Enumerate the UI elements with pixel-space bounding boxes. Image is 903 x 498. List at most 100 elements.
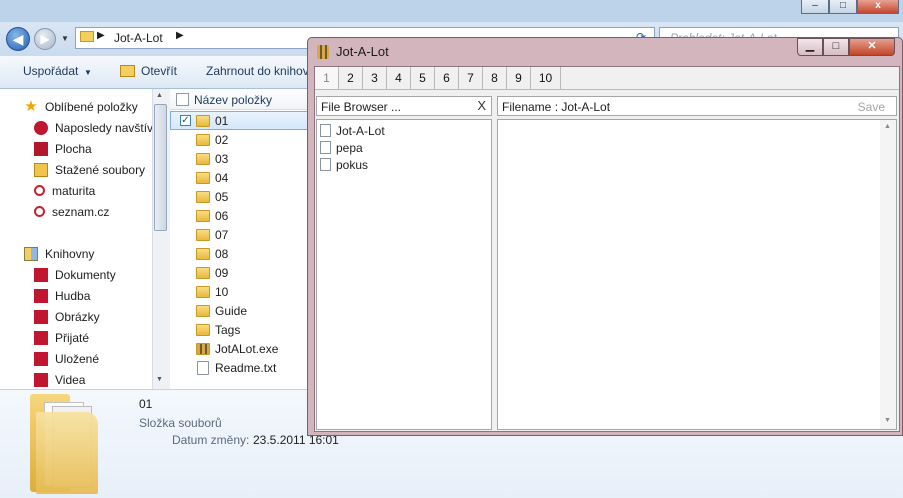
file-row[interactable]: 06 [170,206,310,225]
file-row[interactable]: JotALot.exe [170,339,310,358]
nav-item-label: Uložené [55,351,100,366]
file-name: 04 [215,170,229,185]
tab-6[interactable]: 6 [435,67,459,89]
nav-item-label: Obrázky [55,309,100,324]
file-row[interactable]: 08 [170,244,310,263]
text-file-icon [197,360,209,375]
tab-2[interactable]: 2 [339,67,363,89]
close-button[interactable]: ✕ [849,38,895,56]
maximize-button[interactable]: □ [823,38,849,56]
list-item[interactable]: pepa [320,139,363,156]
nav-item-seznam[interactable]: seznam.cz [0,201,109,222]
list-item[interactable]: Jot-A-Lot [320,122,385,139]
scroll-down-icon[interactable]: ▼ [156,376,163,383]
tab-9[interactable]: 9 [507,67,531,89]
breadcrumb-arrow-icon[interactable]: ▶ [97,30,105,41]
folder-icon [196,209,210,222]
column-header-label: Název položky [194,93,273,107]
maximize-button[interactable]: □ [829,0,857,14]
editor-scrollbar[interactable] [880,120,896,429]
folder-icon [196,114,210,127]
file-name: 07 [215,227,229,242]
tab-4[interactable]: 4 [387,67,411,89]
breadcrumb-current[interactable]: Jot-A-Lot [114,31,163,45]
jot-caption-buttons: ▁ □ ✕ [797,38,895,56]
file-row[interactable]: 03 [170,149,310,168]
tab-7[interactable]: 7 [459,67,483,89]
scroll-down-icon[interactable]: ▼ [884,417,891,424]
nav-libraries-label: Knihovny [45,246,95,261]
close-icon[interactable]: X [477,98,486,113]
received-icon [34,330,48,345]
search-icon [34,206,45,217]
breadcrumb-arrow-icon[interactable]: ▶ [176,30,184,41]
nav-item-label: maturita [52,183,96,198]
note-tabs: 1 2 3 4 5 6 7 8 9 10 [315,67,561,89]
note-editor[interactable] [497,119,897,430]
nav-item-saved[interactable]: Uložené [0,348,99,369]
nav-scrollbar-thumb[interactable] [154,104,167,231]
select-all-checkbox[interactable] [176,93,189,106]
include-in-library-button[interactable]: Zahrnout do knihov [206,64,309,78]
file-row[interactable]: Tags [170,320,310,339]
nav-item-downloads[interactable]: Stažené soubory [0,159,145,180]
file-row[interactable]: Guide [170,301,310,320]
recent-pages-dropdown[interactable]: ▼ [61,34,69,43]
nav-item-maturita[interactable]: maturita [0,180,95,201]
organize-button[interactable]: Uspořádat ▼ [23,64,92,78]
nav-item-pictures[interactable]: Obrázky [0,306,100,327]
row-checkbox[interactable]: ✓ [180,115,191,126]
list-item[interactable]: pokus [320,156,368,173]
nav-item-label: Naposledy navštív [55,120,154,135]
details-date-label: Datum změny: [172,433,250,447]
save-button[interactable]: Save [858,100,885,114]
folder-icon [196,152,210,165]
tab-1[interactable]: 1 [315,67,339,89]
nav-item-videos[interactable]: Videa [0,369,85,390]
file-row[interactable]: 05 [170,187,310,206]
app-icon [317,45,329,59]
nav-favorites[interactable]: ★ Oblíbené položky [0,96,137,117]
file-name: Guide [215,303,248,318]
document-icon [320,158,331,171]
file-row[interactable]: 02 [170,130,310,149]
close-button[interactable]: x [857,0,899,14]
nav-item-desktop[interactable]: Plocha [0,138,92,159]
file-name: JotALot.exe [215,341,279,356]
nav-item-received[interactable]: Přijaté [0,327,89,348]
nav-item-documents[interactable]: Dokumenty [0,264,116,285]
scroll-up-icon[interactable]: ▲ [884,123,891,130]
jot-window-title: Jot-A-Lot [336,44,389,59]
organize-label: Uspořádat [23,64,79,78]
minimize-button[interactable]: ▁ [797,38,823,56]
folder-icon [196,285,210,298]
back-button[interactable]: ◀ [6,27,30,51]
file-row[interactable]: 07 [170,225,310,244]
tab-10[interactable]: 10 [531,67,561,89]
scroll-up-icon[interactable]: ▲ [156,92,163,99]
file-name: Readme.txt [215,360,277,375]
videos-icon [34,372,48,387]
star-icon: ★ [24,97,38,115]
minimize-button[interactable]: – [801,0,829,14]
file-row[interactable]: Readme.txt [170,358,310,377]
details-name: 01 [139,397,153,411]
file-row[interactable]: ✓ 01 [170,111,310,130]
tab-8[interactable]: 8 [483,67,507,89]
column-header-name[interactable]: Název položky [170,89,310,110]
file-row[interactable]: 09 [170,263,310,282]
nav-item-music[interactable]: Hudba [0,285,90,306]
nav-libraries[interactable]: Knihovny [0,243,94,264]
file-browser-title: File Browser ... [321,100,402,114]
tab-3[interactable]: 3 [363,67,387,89]
file-row[interactable]: 04 [170,168,310,187]
nav-item-label: Přijaté [55,330,90,345]
nav-item-recent[interactable]: Naposledy navštív [0,117,153,138]
open-button[interactable]: Otevřít [141,64,177,78]
clock-icon [34,120,48,135]
forward-button[interactable]: ▶ [34,28,56,50]
nav-item-label: Dokumenty [55,267,116,282]
file-row[interactable]: 10 [170,282,310,301]
tab-5[interactable]: 5 [411,67,435,89]
explorer-title-bar [0,0,903,22]
